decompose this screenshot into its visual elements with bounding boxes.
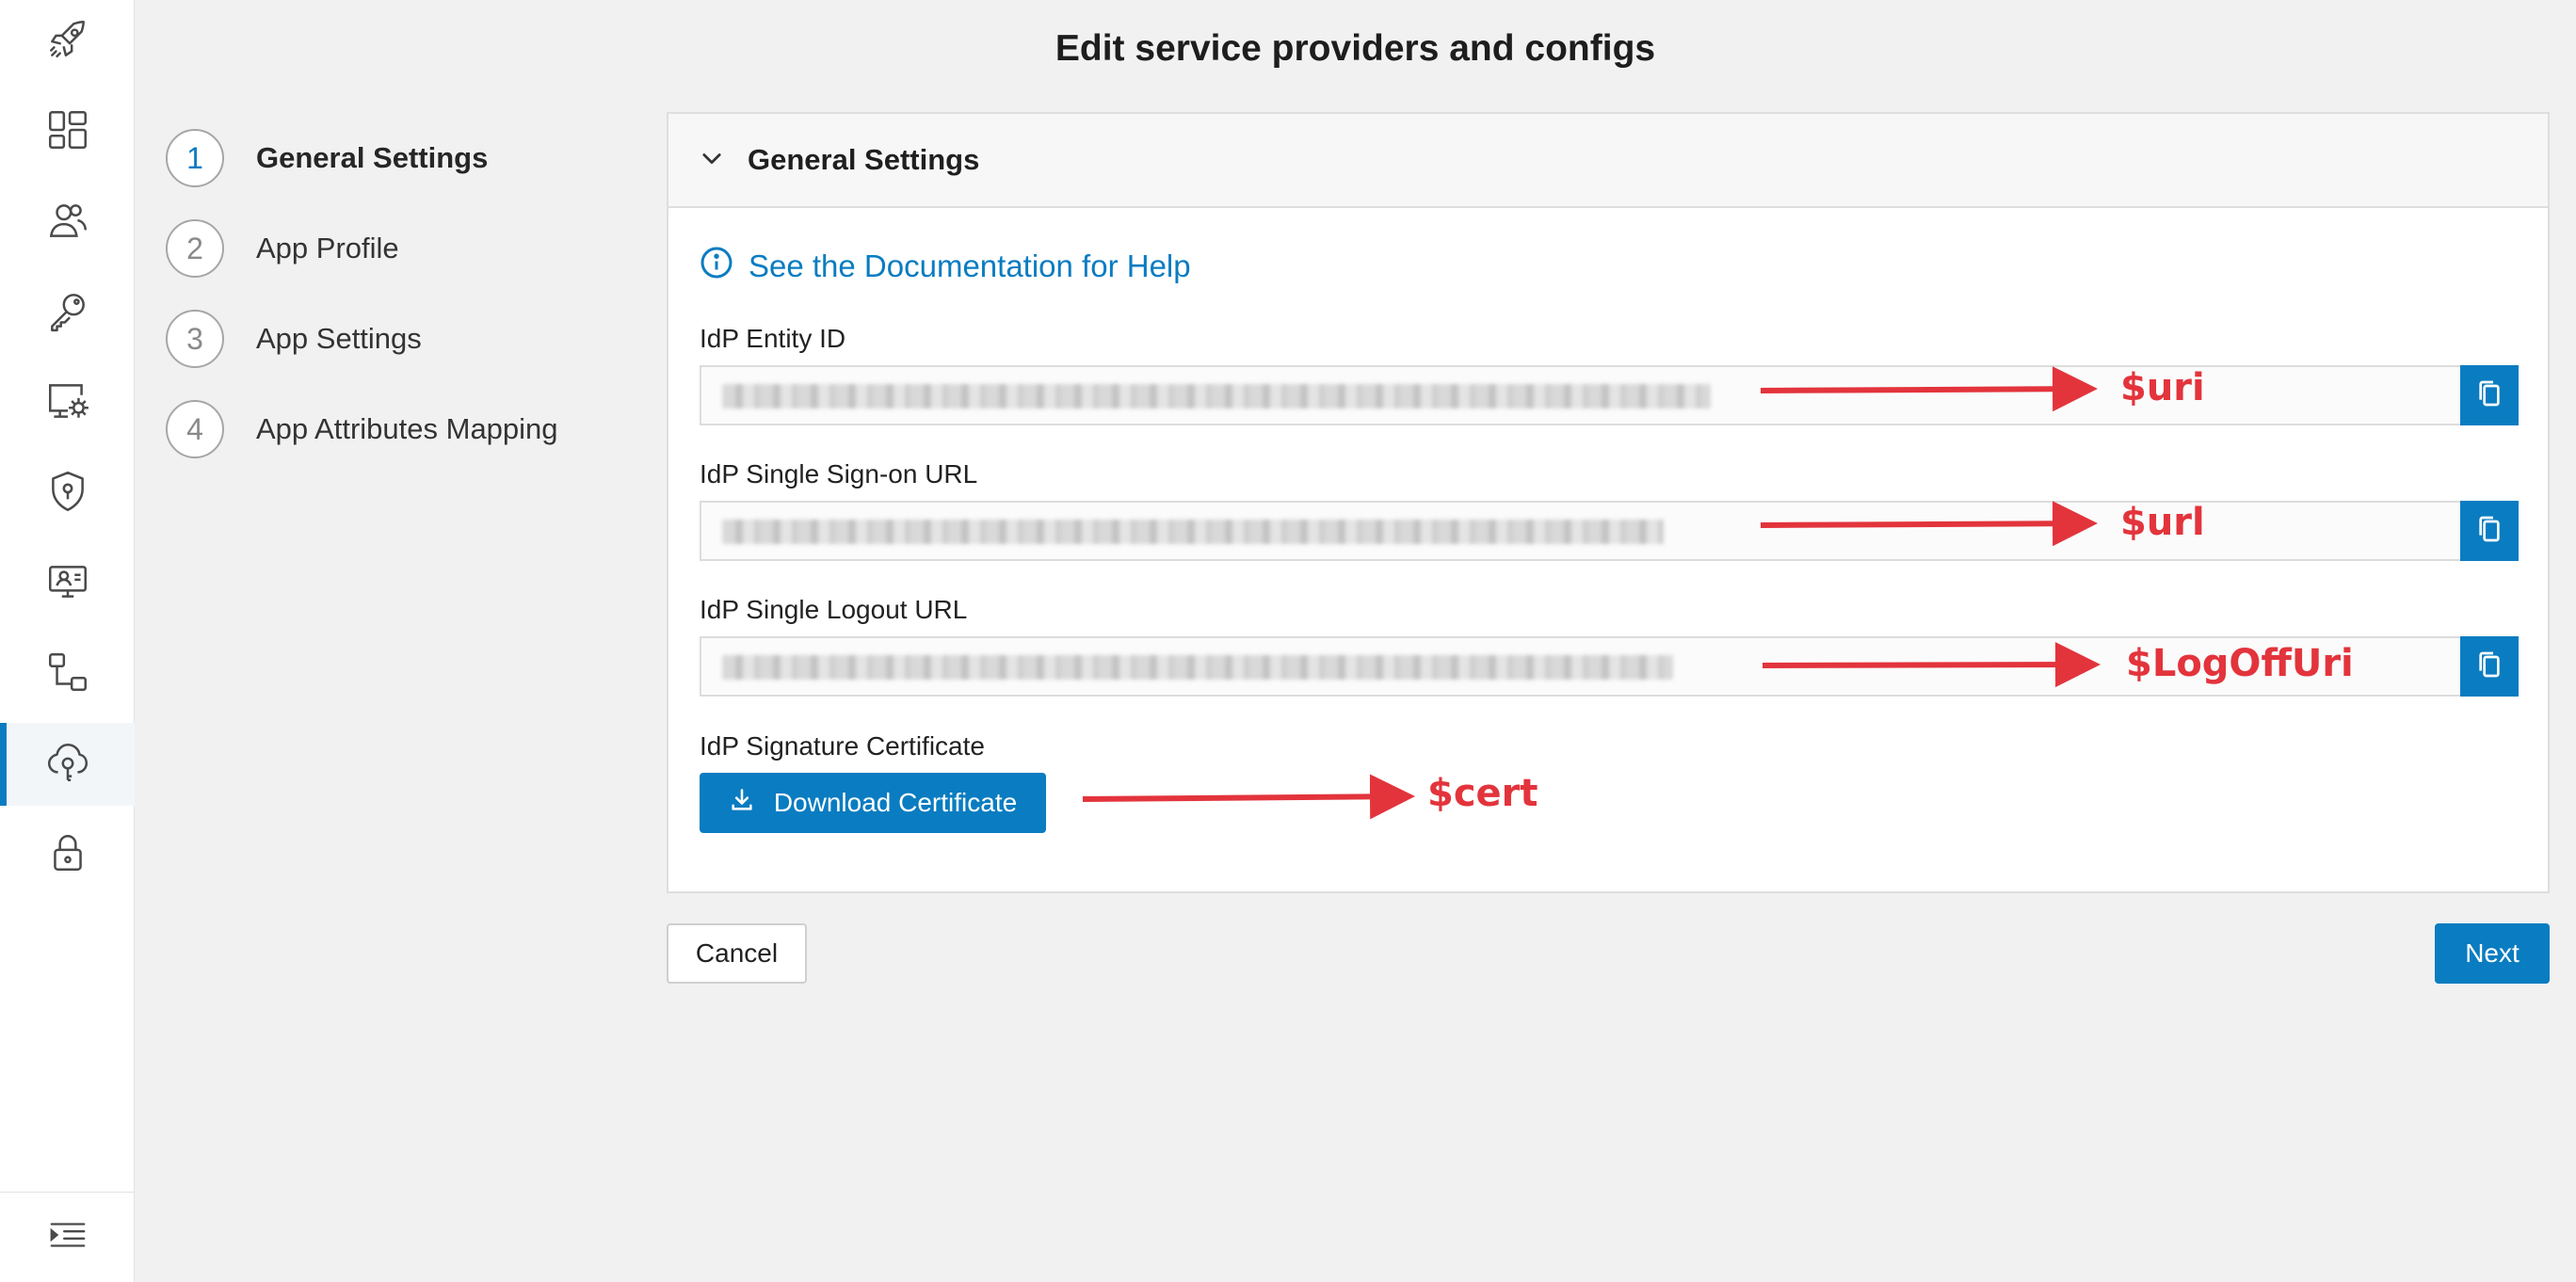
nav-sso-apps[interactable] — [0, 723, 135, 806]
step-label: General Settings — [256, 141, 489, 174]
download-certificate-button[interactable]: Download Certificate — [700, 773, 1046, 833]
download-certificate-label: Download Certificate — [773, 788, 1018, 817]
idp-entity-id-value-redacted — [722, 384, 1711, 409]
chevron-down-icon[interactable] — [699, 145, 725, 176]
collapse-menu-icon — [46, 1213, 89, 1261]
documentation-help-link[interactable]: See the Documentation for Help — [700, 246, 1191, 287]
copy-icon — [2474, 649, 2504, 684]
cancel-button[interactable]: Cancel — [667, 923, 807, 984]
idp-logout-url-label: IdP Single Logout URL — [700, 595, 968, 624]
info-icon — [700, 246, 749, 287]
page-title: Edit service providers and configs — [1055, 28, 1656, 69]
annotation-label-logoffuri: $LogOffUri — [2126, 642, 2354, 685]
nav-users[interactable] — [0, 181, 135, 264]
copy-logout-url-button[interactable] — [2460, 636, 2519, 697]
step-general-settings[interactable]: 1 General Settings — [166, 129, 488, 187]
rocket-icon — [44, 16, 91, 68]
nav-rocket[interactable] — [0, 0, 135, 83]
step-app-settings[interactable]: 3 App Settings — [166, 310, 422, 368]
copy-entity-id-button[interactable] — [2460, 365, 2519, 425]
panel-header[interactable]: General Settings — [668, 114, 2548, 208]
idp-sso-url-field[interactable] — [700, 501, 2519, 561]
idp-entity-id-field[interactable] — [700, 365, 2519, 425]
key-icon — [44, 287, 91, 339]
copy-sso-url-button[interactable] — [2460, 501, 2519, 561]
dashboard-icon — [44, 106, 91, 158]
nav-user-devices[interactable] — [0, 542, 135, 625]
step-number: 4 — [166, 400, 224, 458]
nav-workflows[interactable] — [0, 633, 135, 715]
nav-dashboard[interactable] — [0, 90, 135, 173]
copy-icon — [2474, 378, 2504, 413]
panel-title: General Settings — [748, 143, 980, 176]
collapse-menu-button[interactable] — [0, 1192, 135, 1282]
step-number: 2 — [166, 219, 224, 278]
annotation-label-uri: $uri — [2120, 366, 2205, 409]
nav-monitor-settings[interactable] — [0, 361, 135, 444]
step-app-attributes-mapping[interactable]: 4 App Attributes Mapping — [166, 400, 558, 458]
step-label: App Attributes Mapping — [256, 412, 558, 445]
help-link-text: See the Documentation for Help — [749, 248, 1191, 283]
general-settings-panel: General Settings See the Documentation f… — [667, 112, 2550, 893]
step-label: App Settings — [256, 322, 422, 355]
lock-icon — [44, 829, 91, 881]
left-nav-rail — [0, 0, 135, 1282]
idp-entity-id-label: IdP Entity ID — [700, 324, 846, 353]
nav-keys[interactable] — [0, 271, 135, 354]
step-number: 1 — [166, 129, 224, 187]
idp-sso-url-value-redacted — [722, 520, 1664, 544]
shield-icon — [44, 468, 91, 520]
annotation-label-url: $url — [2120, 501, 2205, 544]
idp-logout-url-value-redacted — [722, 655, 1673, 680]
step-app-profile[interactable]: 2 App Profile — [166, 219, 399, 278]
step-number: 3 — [166, 310, 224, 368]
user-monitor-icon — [44, 558, 91, 610]
cloud-key-icon — [44, 739, 91, 791]
users-icon — [44, 197, 91, 248]
annotation-label-cert: $cert — [1427, 772, 1538, 815]
nav-lock[interactable] — [0, 813, 135, 896]
step-label: App Profile — [256, 232, 399, 264]
next-button[interactable]: Next — [2435, 923, 2550, 984]
copy-icon — [2474, 514, 2504, 549]
idp-signature-certificate-label: IdP Signature Certificate — [700, 731, 985, 761]
workflow-icon — [44, 649, 91, 700]
monitor-settings-icon — [44, 377, 91, 429]
idp-sso-url-label: IdP Single Sign-on URL — [700, 459, 978, 489]
download-icon — [729, 787, 774, 820]
nav-security[interactable] — [0, 452, 135, 535]
